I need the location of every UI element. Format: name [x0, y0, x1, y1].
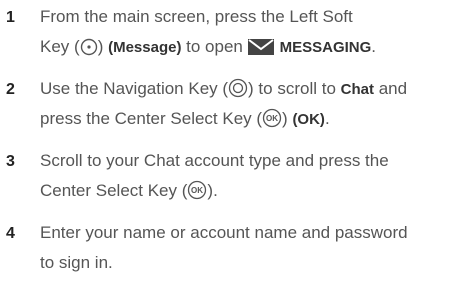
- text-segment: and: [373, 79, 408, 98]
- step-line: press the Center Select Key (OK) (OK).: [40, 104, 458, 134]
- text-segment: press the Center Select Key (: [40, 109, 263, 128]
- text-segment: to sign in.: [40, 253, 113, 272]
- step-text: Enter your name or account name and pass…: [40, 218, 458, 278]
- menu-name: MESSAGING: [279, 39, 372, 56]
- text-segment: .: [324, 109, 330, 128]
- text-segment: ) to scroll to: [248, 79, 341, 98]
- step-line: Use the Navigation Key ( ) to scroll to C…: [40, 74, 458, 104]
- text-segment: .: [371, 37, 377, 56]
- step-line: Scroll to your Chat account type and pre…: [40, 146, 458, 176]
- text-segment: to open: [181, 37, 248, 56]
- left-soft-key-icon: [80, 36, 98, 66]
- menu-option: Chat: [340, 81, 374, 98]
- step-number: 3: [6, 153, 15, 170]
- step-number: 4: [6, 225, 15, 242]
- step-line: Enter your name or account name and pass…: [40, 218, 458, 248]
- svg-text:OK: OK: [266, 114, 278, 123]
- step-line: From the main screen, press the Left Sof…: [40, 2, 458, 32]
- text-segment: Scroll to your Chat account type and pre…: [40, 151, 389, 170]
- text-segment: ): [282, 109, 293, 128]
- softkey-label: (Message): [108, 39, 182, 56]
- text-segment: From the main screen, press the Left Sof…: [40, 7, 353, 26]
- center-select-ok-icon: OK: [262, 108, 282, 138]
- text-segment: ).: [207, 181, 218, 200]
- step-line: Center Select Key (OK).: [40, 176, 458, 206]
- messaging-envelope-icon: [247, 36, 274, 66]
- step-number: 2: [6, 81, 15, 98]
- text-segment: Enter your name or account name and pass…: [40, 223, 408, 242]
- step-line: to sign in.: [40, 248, 458, 278]
- instruction-steps: 1 From the main screen, press the Left S…: [0, 0, 460, 290]
- softkey-label: (OK): [292, 111, 325, 128]
- text-segment: Key (: [40, 37, 80, 56]
- step-text: Scroll to your Chat account type and pre…: [40, 146, 458, 206]
- step-line: Key () (Message) to open MESSAGING.: [40, 32, 458, 62]
- step-text: Use the Navigation Key ( ) to scroll to C…: [40, 74, 458, 134]
- text-segment: ): [97, 37, 109, 56]
- svg-text:OK: OK: [191, 186, 203, 195]
- text-segment: Use the Navigation Key (: [40, 79, 229, 98]
- step-text: From the main screen, press the Left Sof…: [40, 2, 458, 62]
- center-select-ok-icon: OK: [187, 180, 207, 210]
- text-segment: Center Select Key (: [40, 181, 188, 200]
- step-number: 1: [6, 9, 15, 26]
